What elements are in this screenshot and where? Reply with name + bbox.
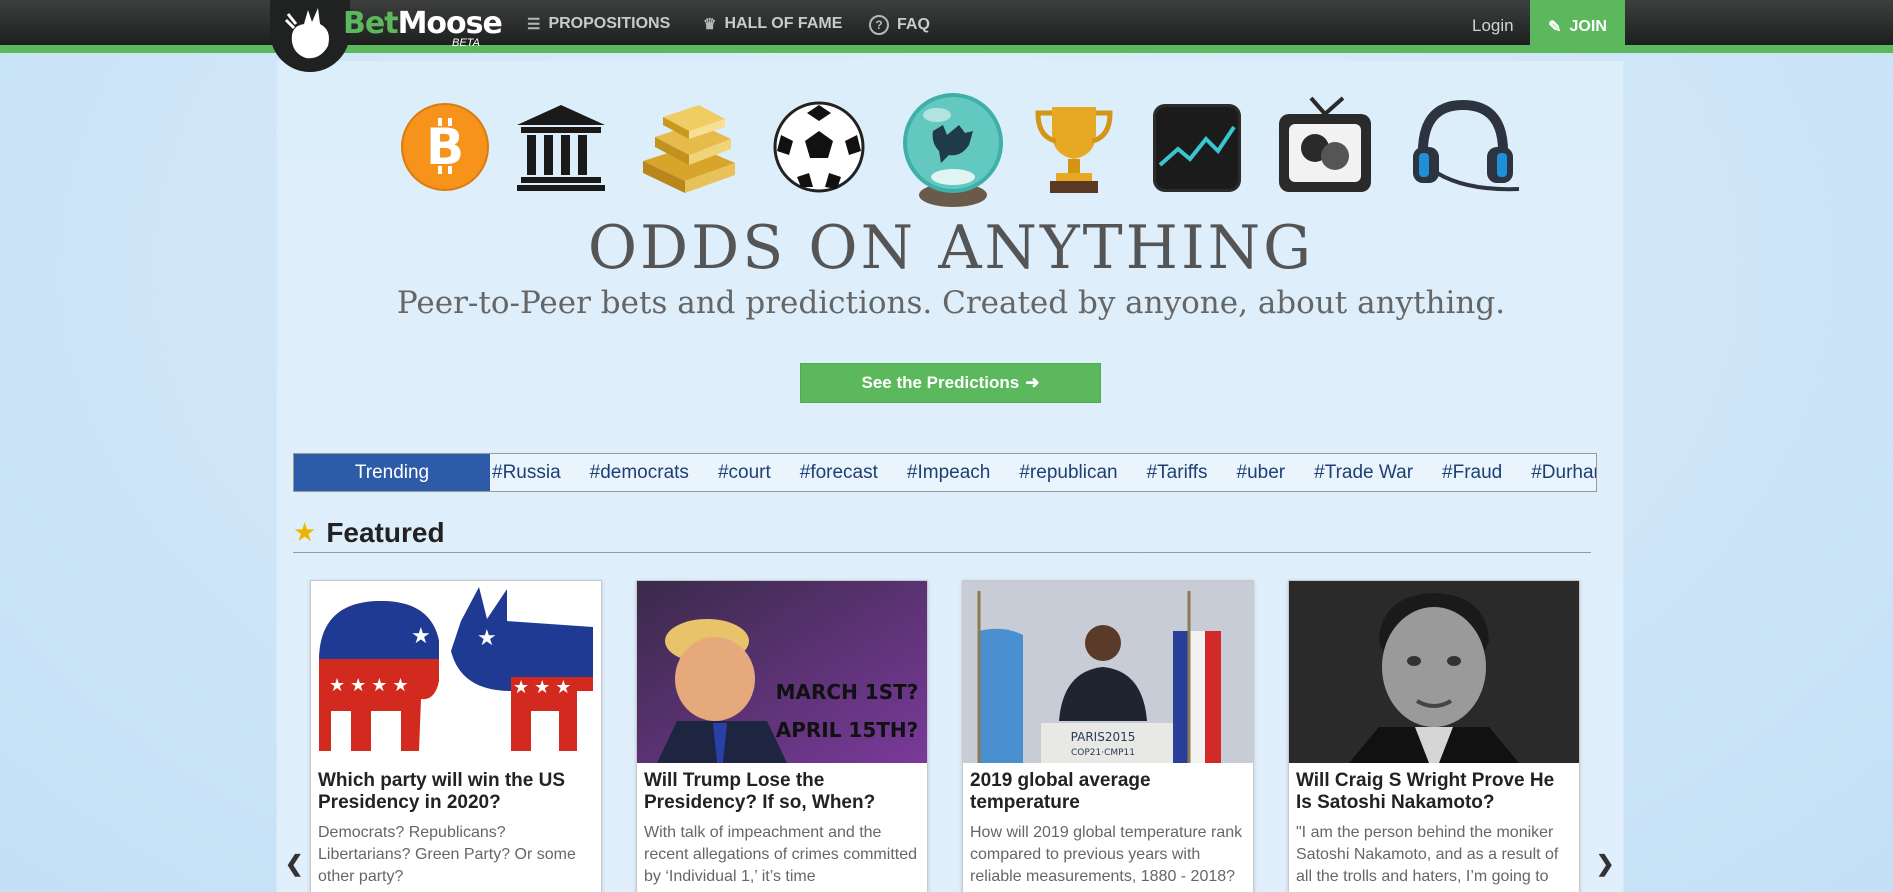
see-predictions-button[interactable]: See the Predictions ➜ [800,363,1101,403]
svg-text:★: ★ [411,623,431,648]
question-circle-icon: ? [869,15,889,35]
card-title[interactable]: Will Craig S Wright Prove He Is Satoshi … [1289,763,1579,814]
hero-headline: ODDS ON ANYTHING [587,213,1315,283]
government-icon[interactable] [515,103,607,191]
join-button[interactable]: ✎ JOIN [1530,0,1625,53]
star-icon: ★ [293,517,317,547]
card-description: "I am the person behind the moniker Sato… [1296,824,1559,885]
card-image-text-2: APRIL 15TH? [776,718,919,742]
edit-icon: ✎ [1548,18,1562,36]
soccer-ball-icon[interactable] [773,101,865,193]
card-image-obama-paris: PARIS2015 COP21·CMP11 [963,581,1253,763]
svg-text:★: ★ [477,625,497,650]
trending-tag[interactable]: #court [718,462,771,484]
card-image-text-2: COP21·CMP11 [1071,748,1135,758]
trending-tag[interactable]: #Russia [492,462,561,484]
join-label: JOIN [1569,17,1607,35]
card-title[interactable]: Which party will win the US Presidency i… [311,763,601,814]
bitcoin-icon[interactable]: B [400,102,490,192]
trending-bar: Trending #Russia #democrats #court #fore… [293,453,1597,492]
hero-subline: Peer-to-Peer bets and predictions. Creat… [396,285,1506,321]
trending-tag[interactable]: #democrats [590,462,689,484]
top-navbar: BetMoose BETA ☰ PROPOSITIONS ♛ HALL OF F… [0,0,1893,72]
card-description: With talk of impeachment and the recent … [644,824,917,885]
trending-tag[interactable]: #uber [1237,462,1286,484]
trending-tag[interactable]: #Tariffs [1147,462,1208,484]
nav-faq[interactable]: ? FAQ [869,15,930,35]
featured-card[interactable]: MARCH 1ST? APRIL 15TH? Will Trump Lose t… [636,580,928,892]
trophy-cup-icon: ♛ [703,16,717,33]
gold-bars-icon[interactable] [633,101,745,195]
featured-card[interactable]: ★ ★ ★ ★ ★ ★ ★ ★ ★ Which party will win t… [310,580,602,892]
gaming-headset-icon[interactable] [1407,99,1523,197]
featured-card[interactable]: PARIS2015 COP21·CMP11 2019 global averag… [962,580,1254,892]
card-image-elephant-donkey: ★ ★ ★ ★ ★ ★ ★ ★ ★ [311,581,601,763]
main-container: B ODDS ON ANYTHING Peer-to-Peer bets and… [276,61,1624,892]
card-description: Democrats? Republicans? Libertarians? Gr… [318,824,576,885]
crystal-ball-icon[interactable] [901,91,1005,209]
brand-moose-text: Moose [397,6,503,41]
brand-bet-text: Bet [343,6,399,41]
trending-label: Trending [294,454,490,491]
trending-tag[interactable]: #forecast [800,462,878,484]
card-image-trump: MARCH 1ST? APRIL 15TH? [637,581,927,763]
nav-hall-of-fame-label: HALL OF FAME [724,15,843,32]
card-title[interactable]: 2019 global average temperature [963,763,1253,814]
stock-chart-icon[interactable] [1152,103,1242,193]
svg-text:★ ★ ★: ★ ★ ★ [513,677,571,697]
card-image-text-1: PARIS2015 [1071,730,1136,744]
svg-text:B: B [426,118,464,176]
svg-text:★ ★ ★ ★: ★ ★ ★ ★ [329,675,409,695]
moose-logo-icon[interactable] [270,0,350,72]
trending-tag[interactable]: #republican [1019,462,1117,484]
card-image-craig-wright [1289,581,1579,763]
featured-card[interactable]: Will Craig S Wright Prove He Is Satoshi … [1288,580,1580,892]
featured-title: Featured [326,516,445,548]
carousel-prev-icon[interactable]: ❮ [285,851,303,877]
coins-stack-icon: ☰ [527,16,541,33]
trending-tags: #Russia #democrats #court #forecast #Imp… [492,454,1596,491]
category-icons-row: B [277,61,1625,216]
arrow-right-icon: ➜ [1025,373,1040,392]
nav-faq-label: FAQ [897,16,930,33]
nav-propositions[interactable]: ☰ PROPOSITIONS [527,15,670,33]
featured-heading: ★ Featured [293,513,1591,553]
see-predictions-label: See the Predictions [861,373,1020,392]
card-description: How will 2019 global temperature rank co… [970,824,1243,885]
trending-tag[interactable]: #Fraud [1442,462,1502,484]
trending-tag[interactable]: #Impeach [907,462,990,484]
card-image-text-1: MARCH 1ST? [776,680,919,704]
nav-hall-of-fame[interactable]: ♛ HALL OF FAME [703,15,842,33]
card-title[interactable]: Will Trump Lose the Presidency? If so, W… [637,763,927,814]
brand-logo[interactable]: BetMoose [343,6,503,41]
trending-tag[interactable]: #Trade War [1314,462,1413,484]
login-link[interactable]: Login [1472,16,1514,36]
trending-tag[interactable]: #Durham [1531,462,1596,484]
tv-theater-icon[interactable] [1277,96,1373,194]
beta-label: BETA [452,37,480,49]
nav-propositions-label: PROPOSITIONS [548,15,671,32]
carousel-next-icon[interactable]: ❯ [1596,851,1614,877]
trophy-icon[interactable] [1034,103,1114,195]
